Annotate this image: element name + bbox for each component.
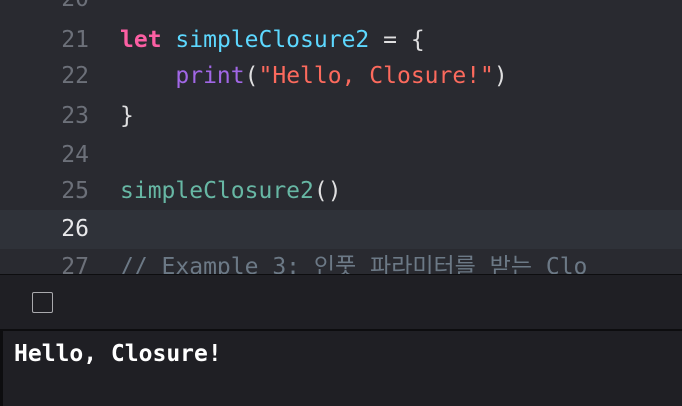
line-number: 25 — [61, 178, 89, 204]
console-toggle-checkbox[interactable] — [32, 292, 53, 313]
console-output: Hello, Closure! — [14, 341, 222, 367]
punctuation-token: ) — [493, 63, 508, 89]
line-number: 27 — [61, 254, 89, 274]
console-area[interactable]: Hello, Closure! — [0, 331, 682, 406]
function-call-token: simpleClosure2 — [120, 178, 314, 204]
line-number: 22 — [61, 63, 89, 89]
function-token: print — [175, 63, 245, 89]
punctuation-token: = { — [369, 27, 425, 53]
debug-bar — [0, 275, 682, 329]
identifier-token: simpleClosure2 — [175, 27, 370, 53]
keyword-token: let — [120, 27, 162, 53]
code-text: simpleClosure2() — [120, 172, 342, 211]
code-line[interactable]: 23 } — [0, 97, 682, 136]
code-line[interactable]: 24 — [0, 136, 682, 175]
line-number: 21 — [61, 27, 89, 53]
punctuation-token: ( — [244, 63, 259, 89]
line-number: 24 — [61, 142, 89, 168]
current-line[interactable]: 26 — [0, 210, 682, 249]
line-number: 20 — [0, 0, 89, 19]
comment-text: // Example 3: 인풋 파라미터를 받는 Clo — [120, 254, 588, 274]
code-line[interactable]: 20 — [0, 0, 682, 19]
code-line[interactable]: 27 // Example 3: 인풋 파라미터를 받는 Clo — [0, 248, 682, 274]
code-line[interactable]: 22 print("Hello, Closure!") — [0, 57, 682, 96]
punctuation-token: () — [313, 178, 342, 204]
code-line[interactable]: 25 simpleClosure2() — [0, 172, 682, 211]
code-text: let simpleClosure2 = { — [120, 21, 425, 60]
line-number: 26 — [61, 216, 89, 242]
string-literal: "Hello, Closure!" — [258, 63, 494, 89]
code-text: print("Hello, Closure!") — [120, 57, 508, 96]
code-line[interactable]: 21 let simpleClosure2 = { — [0, 21, 682, 60]
code-text: } — [120, 103, 134, 129]
line-number: 23 — [61, 103, 89, 129]
code-editor[interactable]: 20 21 let simpleClosure2 = { 22 print("H… — [0, 0, 682, 274]
